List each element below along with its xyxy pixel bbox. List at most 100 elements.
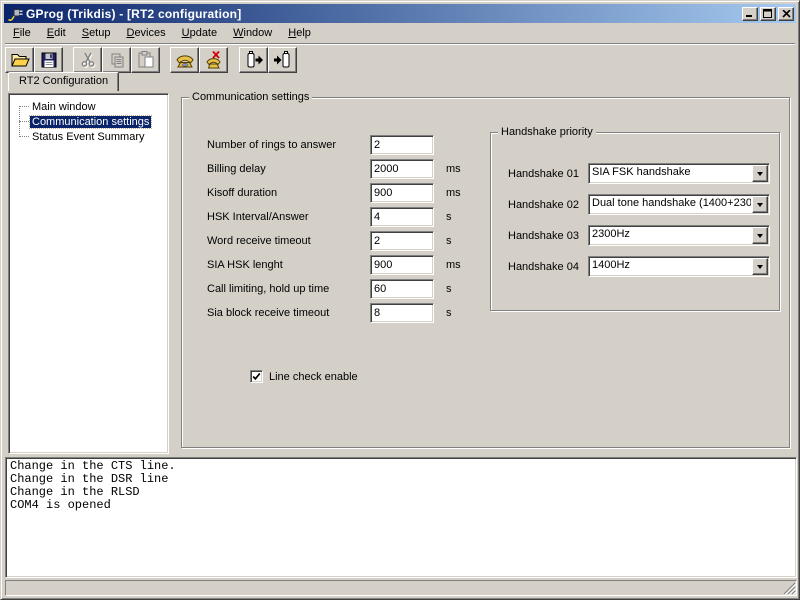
dropdown-button[interactable] — [752, 165, 768, 182]
group-title: Communication settings — [189, 91, 312, 103]
connect-button[interactable] — [170, 47, 199, 73]
number-of-rings-input[interactable] — [370, 135, 434, 155]
log-line: Change in the RLSD — [10, 486, 792, 499]
communication-log[interactable]: Change in the CTS line. Change in the DS… — [5, 457, 797, 578]
read-from-device-button[interactable] — [239, 47, 268, 73]
status-bar — [5, 580, 797, 596]
line-check-label: Line check enable — [269, 371, 358, 383]
sia-hsk-length-input[interactable] — [370, 255, 434, 275]
field-row: Word receive timeout s — [207, 231, 461, 251]
field-label: Billing delay — [207, 163, 370, 175]
menu-window[interactable]: Window — [225, 24, 280, 43]
chevron-down-icon — [757, 172, 763, 176]
billing-delay-input[interactable] — [370, 159, 434, 179]
phone-disconnect-icon — [204, 50, 224, 70]
close-icon — [782, 10, 791, 18]
config-tree: Main window Communication settings Statu… — [8, 93, 169, 454]
communication-settings-group: Communication settings Number of rings t… — [181, 97, 790, 448]
field-unit: s — [446, 211, 452, 223]
tab-rt2-configuration[interactable]: RT2 Configuration — [8, 72, 119, 91]
handshake-label: Handshake 03 — [508, 230, 588, 242]
resize-grip[interactable] — [783, 582, 796, 595]
minimize-button[interactable] — [742, 7, 758, 21]
tree-item-label: Communication settings — [30, 116, 151, 128]
field-row: Call limiting, hold up time s — [207, 279, 461, 299]
selected-value: 2300Hz — [592, 228, 751, 240]
field-row: Kisoff duration ms — [207, 183, 461, 203]
scissors-icon — [78, 50, 98, 70]
field-row: Billing delay ms — [207, 159, 461, 179]
menubar: File Edit Setup Devices Update Window He… — [5, 24, 795, 43]
handshake-03-select[interactable]: 2300Hz — [588, 225, 770, 246]
handshake-02-select[interactable]: Dual tone handshake (1400+2300 — [588, 194, 770, 215]
tree-item-label: Main window — [30, 101, 98, 113]
field-unit: s — [446, 283, 452, 295]
handshake-priority-group: Handshake priority Handshake 01 SIA FSK … — [490, 132, 780, 311]
cut-button[interactable] — [73, 47, 102, 73]
line-check-checkbox[interactable] — [250, 370, 263, 383]
handshake-01-select[interactable]: SIA FSK handshake — [588, 163, 770, 184]
handshake-row: Handshake 02 Dual tone handshake (1400+2… — [508, 194, 770, 215]
field-label: Number of rings to answer — [207, 139, 370, 151]
field-unit: s — [446, 307, 452, 319]
disconnect-button[interactable] — [199, 47, 228, 73]
tree-item-communication-settings[interactable]: Communication settings — [9, 114, 168, 129]
field-label: Sia block receive timeout — [207, 307, 370, 319]
menu-update[interactable]: Update — [174, 24, 225, 43]
hsk-interval-input[interactable] — [370, 207, 434, 227]
open-button[interactable] — [5, 47, 34, 73]
app-plug-icon — [7, 6, 23, 22]
sia-block-timeout-input[interactable] — [370, 303, 434, 323]
dropdown-button[interactable] — [752, 258, 768, 275]
selected-value: 1400Hz — [592, 259, 751, 271]
kisoff-duration-input[interactable] — [370, 183, 434, 203]
menu-help[interactable]: Help — [280, 24, 319, 43]
chevron-down-icon — [757, 265, 763, 269]
maximize-icon — [763, 9, 773, 18]
field-unit: ms — [446, 163, 461, 175]
field-row: SIA HSK lenght ms — [207, 255, 461, 275]
field-unit: ms — [446, 259, 461, 271]
handshake-label: Handshake 01 — [508, 168, 588, 180]
call-limiting-input[interactable] — [370, 279, 434, 299]
close-button[interactable] — [778, 7, 794, 21]
menu-edit[interactable]: Edit — [39, 24, 74, 43]
chevron-down-icon — [757, 234, 763, 238]
menu-setup[interactable]: Setup — [74, 24, 119, 43]
titlebar[interactable]: GProg (Trikdis) - [RT2 configuration] — [4, 4, 796, 23]
write-to-device-button[interactable] — [268, 47, 297, 73]
paste-clipboard-icon — [136, 50, 156, 70]
toolbar — [5, 46, 297, 74]
tree-item-main-window[interactable]: Main window — [9, 99, 168, 114]
handshake-label: Handshake 04 — [508, 261, 588, 273]
check-icon — [252, 372, 261, 381]
save-button[interactable] — [34, 47, 63, 73]
menu-devices[interactable]: Devices — [118, 24, 173, 43]
field-label: SIA HSK lenght — [207, 259, 370, 271]
selected-value: SIA FSK handshake — [592, 166, 751, 178]
dropdown-button[interactable] — [752, 196, 768, 213]
maximize-button[interactable] — [760, 7, 776, 21]
save-floppy-icon — [39, 50, 59, 70]
paste-button[interactable] — [131, 47, 160, 73]
arrow-into-device-icon — [273, 50, 293, 70]
word-receive-timeout-input[interactable] — [370, 231, 434, 251]
tabstrip: RT2 Configuration — [8, 72, 795, 91]
field-label: Call limiting, hold up time — [207, 283, 370, 295]
copy-button[interactable] — [102, 47, 131, 73]
field-label: HSK Interval/Answer — [207, 211, 370, 223]
copy-pages-icon — [107, 50, 127, 70]
tab-label: RT2 Configuration — [19, 75, 108, 87]
menu-file[interactable]: File — [5, 24, 39, 43]
handshake-label: Handshake 02 — [508, 199, 588, 211]
handshake-04-select[interactable]: 1400Hz — [588, 256, 770, 277]
settings-fields: Number of rings to answer Billing delay … — [207, 135, 461, 327]
field-row: Number of rings to answer — [207, 135, 461, 155]
field-row: Sia block receive timeout s — [207, 303, 461, 323]
dropdown-button[interactable] — [752, 227, 768, 244]
log-line: COM4 is opened — [10, 499, 792, 512]
tree-item-status-event-summary[interactable]: Status Event Summary — [9, 129, 168, 144]
handshake-row: Handshake 01 SIA FSK handshake — [508, 163, 770, 184]
phone-icon — [175, 50, 195, 70]
field-unit: s — [446, 235, 452, 247]
